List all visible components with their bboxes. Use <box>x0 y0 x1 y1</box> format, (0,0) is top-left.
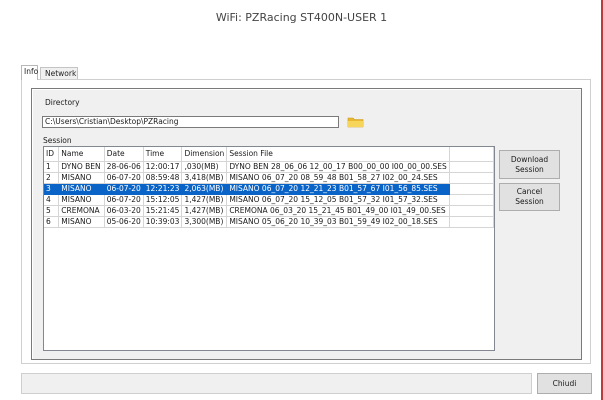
session-grid[interactable]: ID Name Date Time Dimension Session File… <box>43 146 495 351</box>
column-header-date[interactable]: Date <box>104 147 144 162</box>
cell-session-file: MISANO 06_07_20 15_12_05 B01_57_32 I01_5… <box>226 194 450 206</box>
cell-filler <box>449 216 495 228</box>
cell-date: 06-07-20 <box>104 183 144 195</box>
directory-label: Directory <box>45 98 80 107</box>
cell-filler <box>449 205 495 217</box>
cancel-session-button[interactable]: Cancel Session <box>499 183 560 211</box>
folder-icon[interactable] <box>346 115 366 129</box>
cell-name: MISANO <box>58 194 105 206</box>
cell-filler <box>449 194 495 206</box>
table-header-row: ID Name Date Time Dimension Session File <box>44 147 495 162</box>
cell-name: DYNO BEN <box>58 161 105 173</box>
cell-session-file: CREMONA 06_03_20 15_21_45 B01_49_00 I01_… <box>226 205 450 217</box>
cell-filler <box>449 183 495 195</box>
window-title: WiFi: PZRacing ST400N-USER 1 <box>215 11 388 24</box>
cell-id: 6 <box>44 216 60 228</box>
cell-session-file: DYNO BEN 28_06_06 12_00_17 B00_00_00 I00… <box>226 161 450 173</box>
table-row[interactable]: 2 MISANO 06-07-20 08:59:48 3,418(MB) MIS… <box>44 172 495 184</box>
cell-date: 05-06-20 <box>104 216 144 228</box>
table-row[interactable]: 5 CREMONA 06-03-20 15:21:45 1,427(MB) CR… <box>44 205 495 217</box>
cell-date: 28-06-06 <box>104 161 144 173</box>
cell-session-file: MISANO 06_07_20 12_21_23 B01_57_67 I01_5… <box>226 183 450 195</box>
cell-id: 4 <box>44 194 60 206</box>
status-bar <box>21 373 532 394</box>
tab-info[interactable]: Info <box>21 65 38 80</box>
cell-session-file: MISANO 05_06_20 10_39_03 B01_59_49 I02_0… <box>226 216 450 228</box>
table-row[interactable]: 4 MISANO 06-07-20 15:12:05 1,427(MB) MIS… <box>44 194 495 206</box>
directory-input[interactable]: C:\Users\Cristian\Desktop\PZRacing <box>42 116 339 128</box>
cell-date: 06-07-20 <box>104 172 144 184</box>
cell-dimension: 3,300(MB) <box>181 216 228 228</box>
column-header-session-file[interactable]: Session File <box>226 147 450 162</box>
cell-date: 06-03-20 <box>104 205 144 217</box>
column-header-id[interactable]: ID <box>44 147 60 162</box>
cell-time: 15:12:05 <box>143 194 183 206</box>
cancel-session-label-line1: Cancel <box>516 187 543 196</box>
cell-dimension: 1,427(MB) <box>181 205 228 217</box>
cell-dimension: 1,427(MB) <box>181 194 228 206</box>
cell-name: CREMONA <box>58 205 105 217</box>
table-row[interactable]: 1 DYNO BEN 28-06-06 12:00:17 ,030(MB) DY… <box>44 161 495 173</box>
cell-time: 12:00:17 <box>143 161 183 173</box>
cell-id: 1 <box>44 161 60 173</box>
cell-date: 06-07-20 <box>104 194 144 206</box>
cell-name: MISANO <box>58 183 105 195</box>
download-session-label-line2: Session <box>515 164 544 174</box>
cell-time: 08:59:48 <box>143 172 183 184</box>
column-header-filler <box>449 147 495 162</box>
session-label: Session <box>43 136 72 145</box>
cell-dimension: ,030(MB) <box>181 161 228 173</box>
cell-name: MISANO <box>58 216 105 228</box>
cell-time: 10:39:03 <box>143 216 183 228</box>
cell-time: 15:21:45 <box>143 205 183 217</box>
column-header-name[interactable]: Name <box>58 147 105 162</box>
cell-session-file: MISANO 06_07_20 08_59_48 B01_58_27 I02_0… <box>226 172 450 184</box>
cell-dimension: 3,418(MB) <box>181 172 228 184</box>
download-session-label-line1: Download <box>510 154 549 164</box>
cell-time: 12:21:23 <box>143 183 183 195</box>
column-header-dimension[interactable]: Dimension <box>181 147 228 162</box>
cell-filler <box>449 172 495 184</box>
cell-id: 2 <box>44 172 60 184</box>
cell-id: 3 <box>44 183 60 195</box>
table-row-selected[interactable]: 3 MISANO 06-07-20 12:21:23 2,063(MB) MIS… <box>44 183 495 195</box>
cell-dimension: 2,063(MB) <box>181 183 228 195</box>
column-header-time[interactable]: Time <box>143 147 183 162</box>
table-row[interactable]: 6 MISANO 05-06-20 10:39:03 3,300(MB) MIS… <box>44 216 495 228</box>
cancel-session-label-line2: Session <box>515 197 544 206</box>
session-table: ID Name Date Time Dimension Session File… <box>44 147 495 228</box>
cell-filler <box>449 161 495 173</box>
download-session-button[interactable]: Download Session <box>499 150 560 179</box>
cell-id: 5 <box>44 205 60 217</box>
close-button[interactable]: Chiudi <box>537 373 592 394</box>
cell-name: MISANO <box>58 172 105 184</box>
